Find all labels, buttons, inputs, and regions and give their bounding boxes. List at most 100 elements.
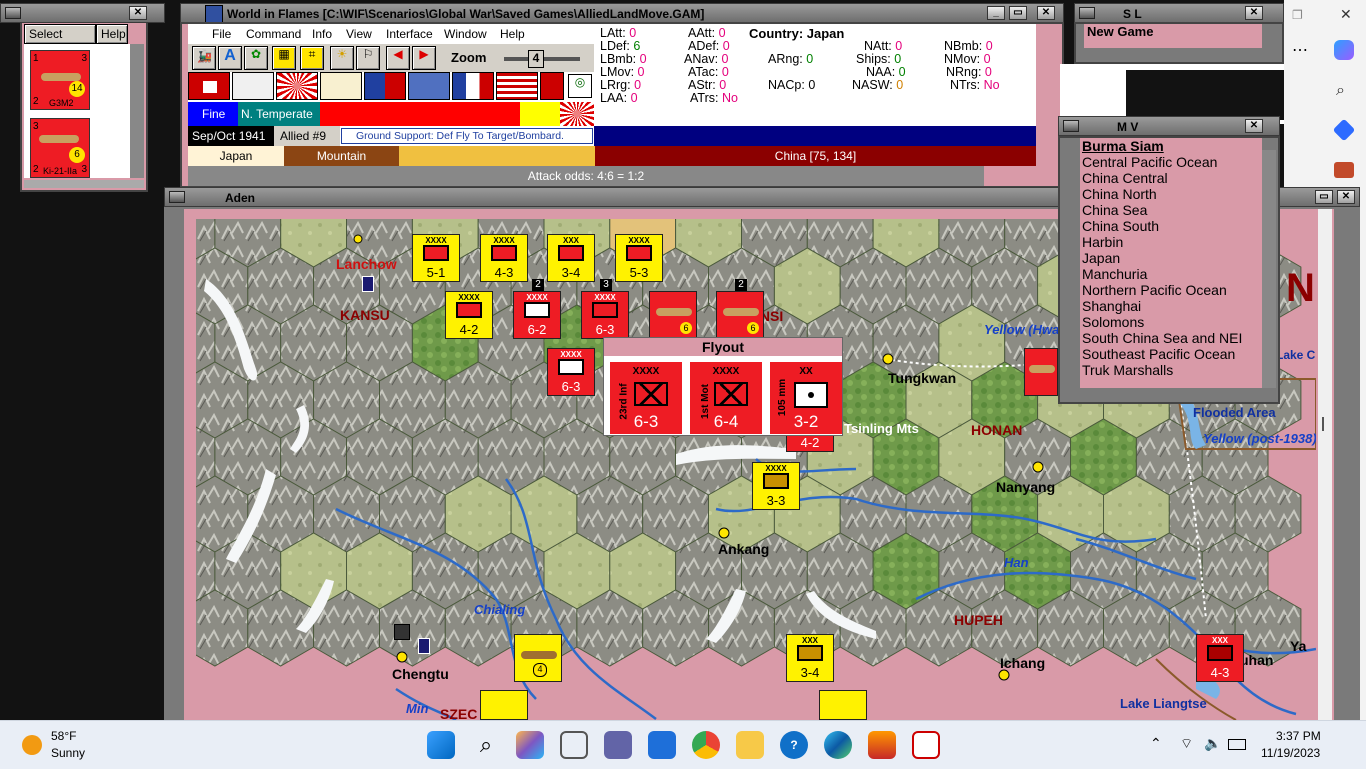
unit-counter[interactable]: XXX 3-4 [547,234,595,282]
mv-item[interactable]: Northern Pacific Ocean [1082,282,1262,298]
city-chengtu[interactable] [396,651,408,663]
close-icon[interactable]: ✕ [129,6,147,20]
select-icon[interactable]: ⌗ [300,46,324,70]
city-ankang[interactable] [718,527,730,539]
move-unit-icon[interactable]: 🚂 [192,46,216,70]
close-icon[interactable]: ✕ [1337,190,1355,204]
mv-item[interactable]: Japan [1082,250,1262,266]
mv-item[interactable]: Central Pacific Ocean [1082,154,1262,170]
unit-counter[interactable]: XXXX 6-2 [513,291,561,339]
unit-counter[interactable]: XXXX 4-2 [445,291,493,339]
mv-item[interactable]: China South [1082,218,1262,234]
window-gripper-icon[interactable] [1079,7,1095,19]
mv-item[interactable]: China North [1082,186,1262,202]
germany-flag-icon[interactable] [188,72,230,100]
flag-icon[interactable]: ⚐ [356,46,380,70]
close-icon[interactable]: ✕ [1245,6,1263,20]
city-lanchow[interactable] [353,234,363,244]
mv-titlebar[interactable]: M V ✕ [1058,116,1280,136]
mv-item[interactable]: Manchuria [1082,266,1262,282]
city-nanyang[interactable] [1032,461,1044,473]
menu-file[interactable]: File [212,27,231,41]
china-flag-icon[interactable] [364,72,406,100]
ground-support-field[interactable]: Ground Support: Def Fly To Target/Bombar… [341,128,593,144]
unit-counter[interactable]: XXX 4-3 [1196,634,1244,682]
task-view-icon[interactable] [560,731,588,759]
grid-icon[interactable]: ▦ [272,46,296,70]
clock-time[interactable]: 3:37 PM [1276,729,1321,743]
unit-card-ki21[interactable]: 3 2 3 6 Ki-21-IIa [30,118,90,178]
unit-counter[interactable]: XXXX 3-3 [752,462,800,510]
snipping-tool-icon[interactable] [912,731,940,759]
unit-counter[interactable]: XXXX 6-3 [547,348,595,396]
mv-item[interactable]: Burma Siam [1082,138,1262,154]
close-icon[interactable]: ✕ [1037,6,1055,20]
copilot-icon[interactable] [1334,40,1354,60]
maximize-icon[interactable]: ▭ [1009,6,1027,20]
target-icon[interactable]: ◎ [568,74,592,98]
window-gripper-icon[interactable] [1063,120,1079,132]
aircraft-counter[interactable]: 6 [649,291,697,339]
edge-icon[interactable] [824,731,852,759]
menu-help[interactable]: Help [500,27,525,41]
battery-icon[interactable] [1228,739,1246,750]
selection-list-scrollbar[interactable] [130,44,144,178]
sl-new-game-item[interactable]: New Game [1084,24,1262,48]
mv-item[interactable]: China Central [1082,170,1262,186]
aircraft-counter[interactable]: 6 [716,291,764,339]
aircraft-counter[interactable] [1024,348,1058,396]
minimize-icon[interactable]: _ [987,6,1005,20]
wifi-icon[interactable]: ⌔ [1180,735,1193,753]
menu-view[interactable]: View [346,27,372,41]
unit-counter[interactable] [819,690,867,720]
uk-flag-icon[interactable] [408,72,450,100]
unit-card-g3m2[interactable]: 1 3 2 14 G3M2 [30,50,90,110]
ussr-flag-icon[interactable] [540,72,564,100]
italy-flag-icon[interactable] [232,72,274,100]
sl-titlebar[interactable]: S L ✕ [1074,3,1284,23]
mv-item[interactable]: Shanghai [1082,298,1262,314]
settings-icon[interactable]: ✿ [244,46,268,70]
mv-scrollbar[interactable] [1262,150,1276,388]
unit-counter[interactable]: XXXX 4-3 [480,234,528,282]
menu-info[interactable]: Info [312,27,332,41]
selection-panel-bottom-scroll[interactable] [24,180,144,188]
arrow-left-icon[interactable]: ◀ [386,46,410,70]
help-button[interactable]: Help [96,24,128,44]
more-icon[interactable]: ⋯ [1292,40,1308,60]
tools-icon[interactable] [1334,162,1354,178]
aircraft-counter[interactable]: 4 [514,634,562,682]
mv-item[interactable]: Truk Marshalls [1082,362,1262,378]
close-icon[interactable]: ✕ [1245,119,1263,133]
volume-icon[interactable]: 🔈 [1204,735,1221,752]
flyout-unit-1st-mot[interactable]: XXXX 1st Mot 6-4 [690,362,762,434]
mydata-app-icon[interactable] [648,731,676,759]
start-icon[interactable] [427,731,455,759]
help-icon[interactable]: ? [780,731,808,759]
chevron-up-icon[interactable]: ⌃ [1150,735,1162,752]
japan-flag-icon[interactable] [276,72,318,100]
mv-item[interactable]: Solomons [1082,314,1262,330]
font-icon[interactable]: A [218,46,242,70]
zoom-slider-thumb[interactable]: 4 [528,50,544,68]
map-scrollbar-right[interactable] [1318,209,1332,720]
window-gripper-icon[interactable] [5,7,21,19]
search-icon[interactable]: ⌕ [1336,82,1345,100]
search-icon[interactable]: ⌕ [472,731,500,759]
copilot-icon[interactable] [516,731,544,759]
restore-icon[interactable]: ❐ [1292,8,1303,22]
weather-sun-icon[interactable] [22,735,42,755]
menu-command[interactable]: Command [246,27,301,41]
mv-item[interactable]: Southeast Pacific Ocean [1082,346,1262,362]
mv-item[interactable]: China Sea [1082,202,1262,218]
menu-window[interactable]: Window [444,27,487,41]
clock-date[interactable]: 11/19/2023 [1261,746,1320,760]
france-flag-icon[interactable] [452,72,494,100]
unit-counter[interactable] [480,690,528,720]
world-in-flames-icon[interactable] [868,731,896,759]
unit-counter[interactable]: XXX 3-4 [786,634,834,682]
mv-item[interactable]: South China Sea and NEI [1082,330,1262,346]
unit-counter[interactable]: XXXX 6-3 [581,291,629,339]
main-titlebar[interactable]: World in Flames [C:\WIF\Scenarios\Global… [180,3,1064,23]
flyout-unit-105mm[interactable]: XX 105 mm 3-2 [770,362,842,434]
